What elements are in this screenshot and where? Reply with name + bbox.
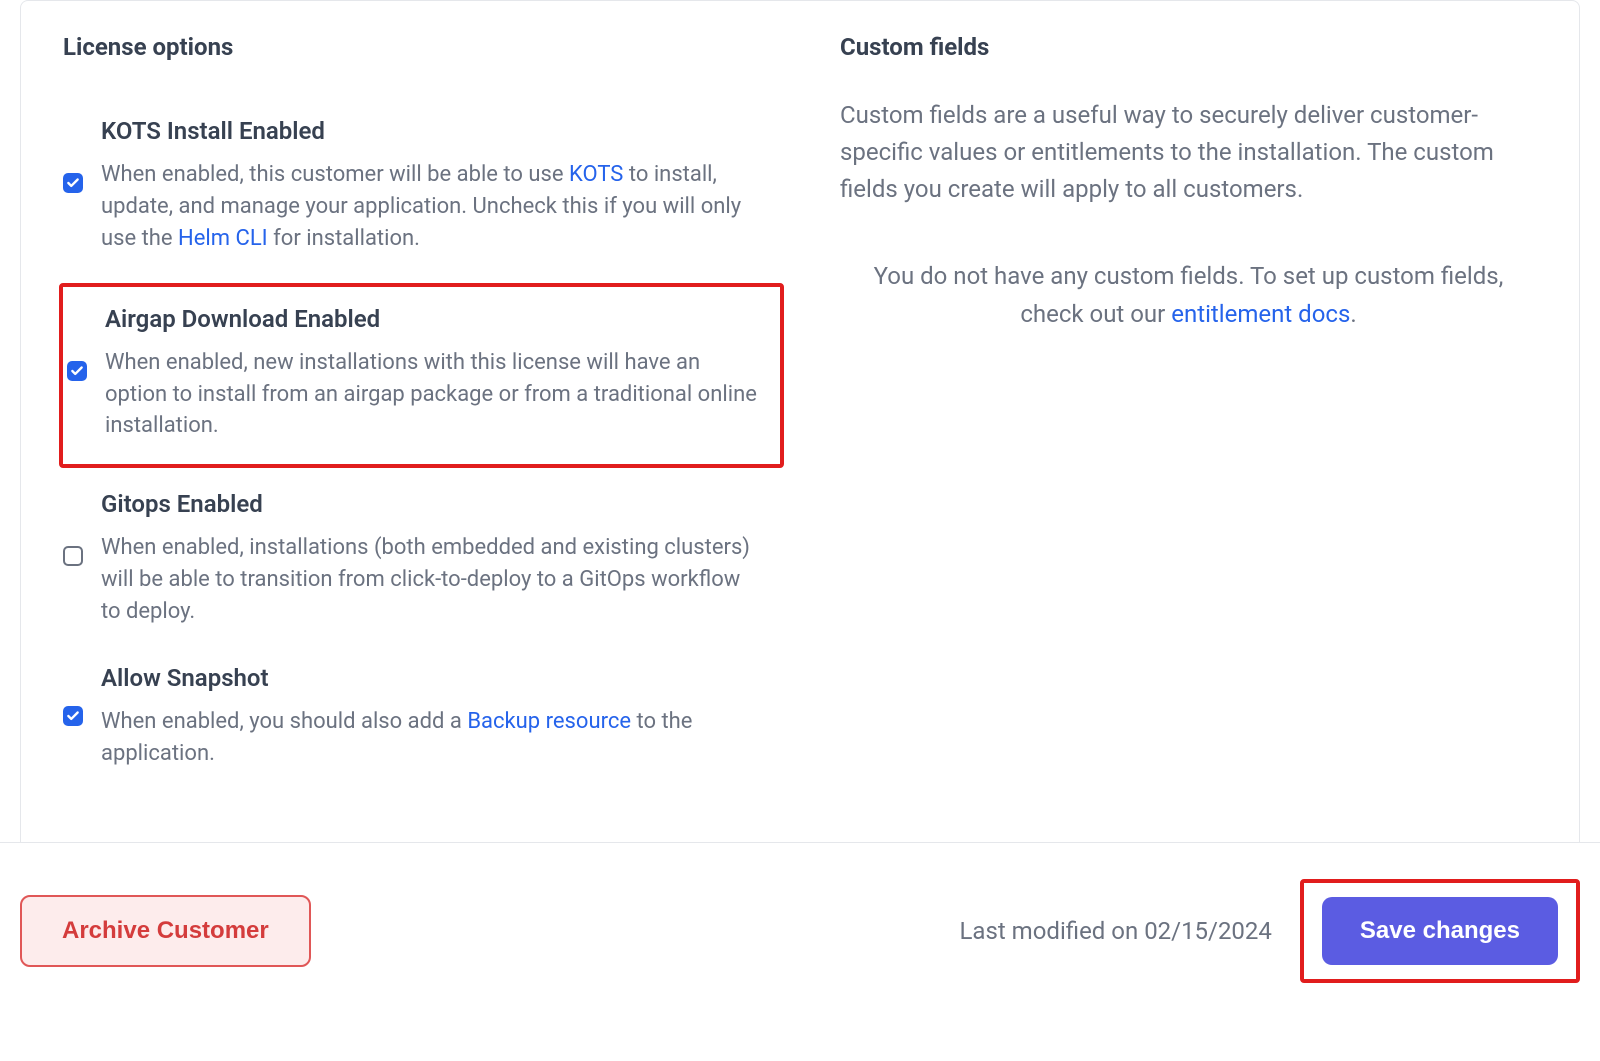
checkbox-airgap-download[interactable]	[67, 361, 87, 381]
option-body: KOTS Install Enabled When enabled, this …	[101, 117, 760, 255]
custom-fields-column: Custom fields Custom fields are a useful…	[840, 33, 1537, 802]
license-options-title: License options	[63, 33, 760, 61]
entitlement-docs-link[interactable]: entitlement docs	[1171, 300, 1350, 328]
desc-text-pre: When enabled, you should also add a	[101, 709, 467, 734]
option-body: Allow Snapshot When enabled, you should …	[101, 664, 760, 770]
custom-fields-title: Custom fields	[840, 33, 1537, 61]
kots-link[interactable]: KOTS	[569, 162, 623, 187]
check-icon	[66, 709, 80, 723]
page-root: License options KOTS Install Enabled Whe…	[0, 0, 1600, 1061]
option-body: Gitops Enabled When enabled, installatio…	[101, 490, 760, 628]
option-description: When enabled, this customer will be able…	[101, 159, 760, 255]
helm-cli-link[interactable]: Helm CLI	[178, 226, 268, 251]
option-airgap-download: Airgap Download Enabled When enabled, ne…	[59, 283, 784, 469]
save-highlight-wrap: Save changes	[1300, 879, 1580, 983]
option-allow-snapshot: Allow Snapshot When enabled, you should …	[63, 660, 760, 802]
custom-fields-empty: You do not have any custom fields. To se…	[840, 257, 1537, 334]
empty-text-post: .	[1350, 300, 1356, 328]
desc-text-pre: When enabled, this customer will be able…	[101, 162, 569, 187]
option-description: When enabled, installations (both embedd…	[101, 532, 760, 628]
option-body: Airgap Download Enabled When enabled, ne…	[105, 305, 760, 443]
option-title: Gitops Enabled	[101, 490, 760, 518]
option-title: KOTS Install Enabled	[101, 117, 760, 145]
archive-customer-button[interactable]: Archive Customer	[20, 895, 311, 967]
checkbox-allow-snapshot[interactable]	[63, 706, 83, 726]
checkbox-gitops[interactable]	[63, 546, 83, 566]
option-kots-install: KOTS Install Enabled When enabled, this …	[63, 113, 760, 287]
footer-bar: Archive Customer Last modified on 02/15/…	[0, 842, 1600, 1061]
option-description: When enabled, you should also add a Back…	[101, 706, 760, 770]
last-modified-text: Last modified on 02/15/2024	[960, 917, 1272, 945]
save-changes-button[interactable]: Save changes	[1322, 897, 1558, 965]
option-title: Airgap Download Enabled	[105, 305, 760, 333]
check-icon	[66, 176, 80, 190]
license-options-column: License options KOTS Install Enabled Whe…	[63, 33, 760, 802]
footer-right: Last modified on 02/15/2024 Save changes	[960, 879, 1581, 983]
custom-fields-intro: Custom fields are a useful way to secure…	[840, 97, 1537, 209]
option-title: Allow Snapshot	[101, 664, 760, 692]
main-card: License options KOTS Install Enabled Whe…	[20, 0, 1580, 842]
check-icon	[70, 364, 84, 378]
option-gitops: Gitops Enabled When enabled, installatio…	[63, 486, 760, 660]
option-description: When enabled, new installations with thi…	[105, 347, 760, 443]
backup-resource-link[interactable]: Backup resource	[467, 709, 631, 734]
desc-text-post: for installation.	[268, 226, 420, 251]
checkbox-kots-install[interactable]	[63, 173, 83, 193]
